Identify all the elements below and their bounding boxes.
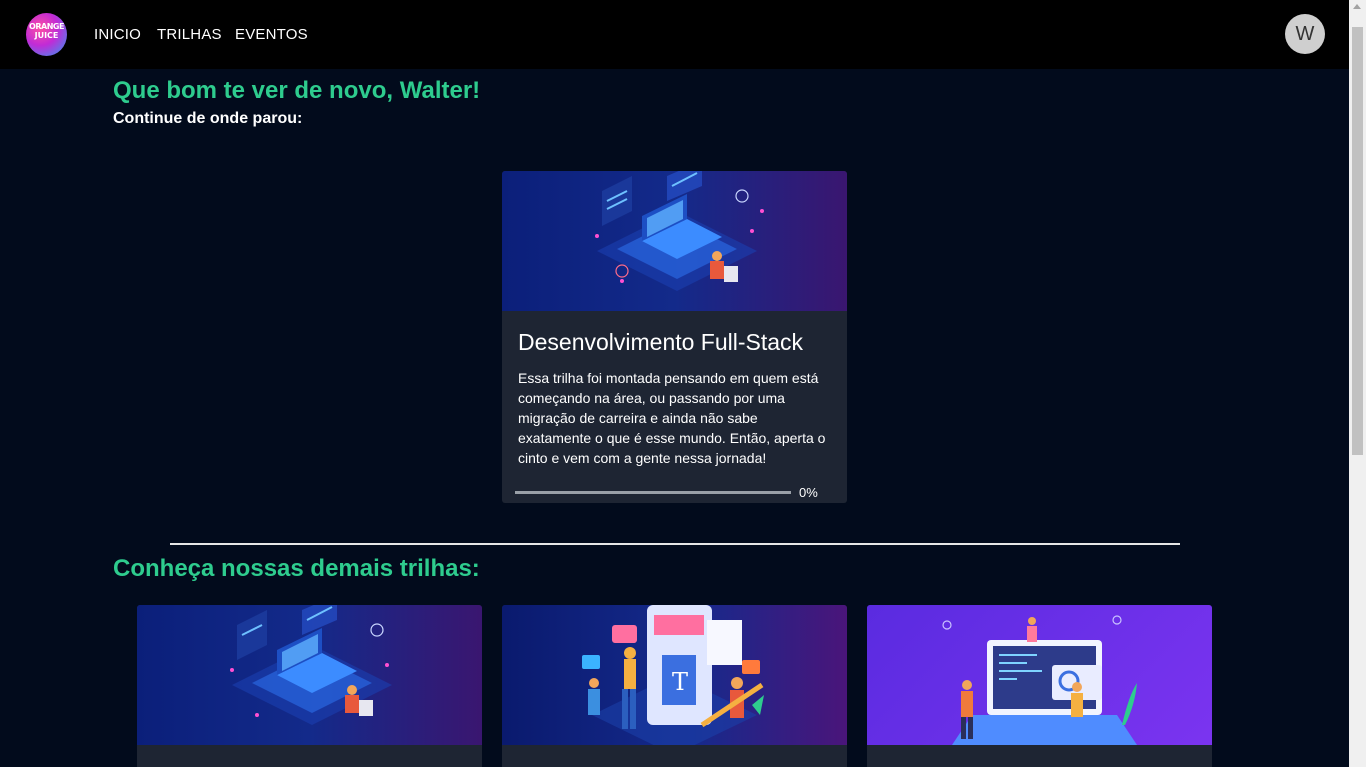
svg-text:T: T: [672, 668, 688, 696]
continue-heading: Continue de onde parou:: [113, 110, 303, 127]
track-title: Desenvolvimento Full-Stack: [518, 329, 804, 355]
nav-eventos[interactable]: EVENTOS: [235, 26, 308, 43]
logo-text-bottom: JUICE: [34, 31, 59, 40]
track-description: Essa trilha foi montada pensando em quem…: [518, 370, 826, 466]
logo-text-top: ORANGE: [29, 22, 64, 31]
full-stack-illustration: [502, 171, 847, 311]
scroll-thumb[interactable]: [1352, 27, 1363, 455]
top-navbar: ORANGE JUICE INICIO TRILHAS EVENTOS W: [0, 0, 1349, 69]
track-card-full-stack[interactable]: [137, 605, 482, 767]
track-card-web-dev[interactable]: [867, 605, 1212, 767]
other-tracks-heading: Conheça nossas demais trilhas:: [113, 555, 480, 582]
full-stack-illustration: [137, 605, 482, 745]
track-card-ux-ui[interactable]: T: [502, 605, 847, 767]
web-development-illustration: [867, 605, 1212, 745]
nav-trilhas[interactable]: TRILHAS: [157, 26, 222, 43]
user-avatar[interactable]: W: [1285, 14, 1325, 54]
nav-inicio[interactable]: INICIO: [94, 26, 141, 43]
ux-ui-design-illustration: T: [502, 605, 847, 745]
page-scrollbar[interactable]: [1349, 0, 1366, 767]
track-progress-bar: [515, 491, 791, 494]
section-divider: [170, 543, 1180, 545]
current-track-card[interactable]: Desenvolvimento Full-Stack Essa trilha f…: [502, 171, 847, 503]
welcome-heading: Que bom te ver de novo, Walter!: [113, 77, 481, 104]
track-progress-label: 0%: [799, 485, 818, 500]
scroll-up-arrow-icon[interactable]: [1353, 4, 1361, 9]
orange-juice-logo[interactable]: ORANGE JUICE: [26, 13, 67, 56]
